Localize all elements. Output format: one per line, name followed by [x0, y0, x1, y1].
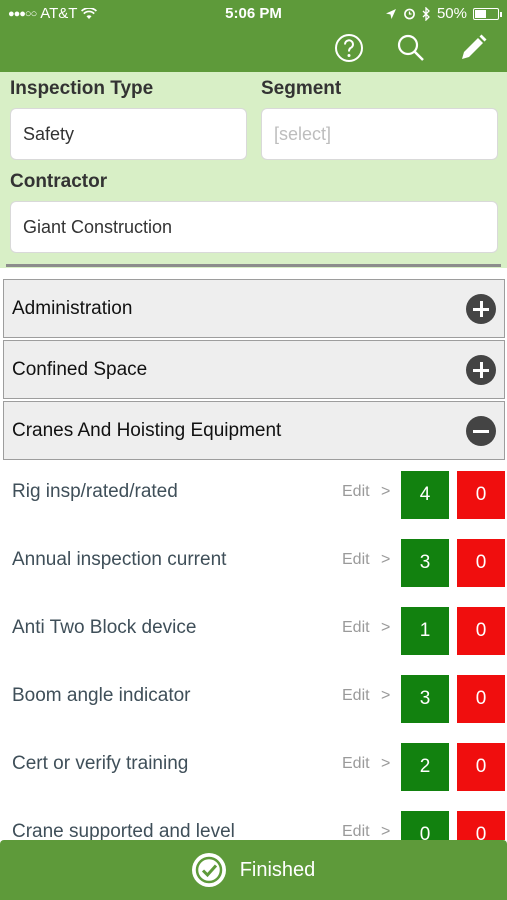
list-item[interactable]: Cert or verify training Edit > 2 0 — [0, 733, 507, 801]
edit-link[interactable]: Edit — [342, 619, 370, 637]
collapse-minus-icon[interactable] — [466, 416, 496, 446]
fail-count-button[interactable]: 0 — [457, 743, 505, 791]
status-right: 50% — [385, 5, 502, 22]
list-item[interactable]: Crane supported and level Edit > 0 0 — [0, 801, 507, 840]
check-circle-icon — [191, 853, 226, 887]
edit-link[interactable]: Edit — [342, 687, 370, 705]
list-item[interactable]: Annual inspection current Edit > 3 0 — [0, 529, 507, 597]
pass-count-button[interactable]: 0 — [401, 811, 449, 840]
fail-count-button[interactable]: 0 — [457, 811, 505, 840]
fail-count-button[interactable]: 0 — [457, 675, 505, 723]
section-confined-space[interactable]: Confined Space — [3, 340, 505, 399]
alarm-icon — [404, 8, 415, 20]
list-item[interactable]: Boom angle indicator Edit > 3 0 — [0, 665, 507, 733]
expand-plus-icon[interactable] — [466, 294, 496, 324]
finished-button[interactable]: Finished — [0, 840, 507, 900]
finished-label: Finished — [239, 858, 316, 881]
section-administration[interactable]: Administration — [3, 279, 505, 338]
chevron-right-icon[interactable]: > — [381, 619, 390, 637]
item-name: Boom angle indicator — [12, 685, 191, 706]
list-item[interactable]: Rig insp/rated/rated Edit > 4 0 — [0, 461, 507, 529]
inspection-type-field[interactable]: Safety — [10, 108, 247, 160]
item-name: Anti Two Block device — [12, 617, 197, 638]
chevron-right-icon[interactable]: > — [381, 823, 390, 840]
expand-plus-icon[interactable] — [466, 355, 496, 385]
item-name: Crane supported and level — [12, 821, 235, 840]
bluetooth-icon — [422, 6, 430, 21]
edit-link[interactable]: Edit — [342, 755, 370, 773]
list-item[interactable]: Anti Two Block device Edit > 1 0 — [0, 597, 507, 665]
segment-select[interactable]: [select] — [261, 108, 498, 160]
battery-icon — [473, 7, 502, 20]
contractor-label: Contractor — [10, 171, 108, 192]
checklist: Rig insp/rated/rated Edit > 4 0 Annual i… — [0, 461, 507, 840]
search-icon[interactable] — [395, 32, 427, 64]
chevron-right-icon[interactable]: > — [381, 687, 390, 705]
toolbar — [333, 32, 489, 64]
help-icon[interactable] — [333, 32, 365, 64]
edit-link[interactable]: Edit — [342, 551, 370, 569]
section-label: Cranes And Hoisting Equipment — [12, 419, 282, 441]
pass-count-button[interactable]: 3 — [401, 675, 449, 723]
edit-link[interactable]: Edit — [342, 823, 370, 840]
section-cranes-hoisting[interactable]: Cranes And Hoisting Equipment — [3, 401, 505, 460]
form-divider — [6, 264, 501, 267]
section-label: Administration — [12, 297, 133, 319]
contractor-field[interactable]: Giant Construction — [10, 201, 498, 253]
pass-count-button[interactable]: 3 — [401, 539, 449, 587]
chevron-right-icon[interactable]: > — [381, 483, 390, 501]
inspection-form: Inspection Type Segment Safety [select] … — [0, 72, 507, 268]
pass-count-button[interactable]: 1 — [401, 607, 449, 655]
item-name: Annual inspection current — [12, 549, 227, 570]
location-icon — [385, 8, 396, 19]
status-bar: ●●●○○ AT&T 5:06 PM 50% — [0, 0, 507, 28]
item-name: Rig insp/rated/rated — [12, 481, 178, 502]
inspection-type-label: Inspection Type — [10, 78, 154, 99]
battery-percent: 50% — [436, 5, 467, 22]
edit-pencil-icon[interactable] — [457, 32, 489, 64]
fail-count-button[interactable]: 0 — [457, 539, 505, 587]
section-label: Confined Space — [12, 358, 148, 380]
fail-count-button[interactable]: 0 — [457, 471, 505, 519]
segment-label: Segment — [261, 78, 342, 99]
battery-fill — [475, 9, 486, 18]
chevron-right-icon[interactable]: > — [381, 755, 390, 773]
item-name: Cert or verify training — [12, 753, 189, 774]
top-bar: ●●●○○ AT&T 5:06 PM 50% — [0, 0, 507, 72]
edit-link[interactable]: Edit — [342, 483, 370, 501]
chevron-right-icon[interactable]: > — [381, 551, 390, 569]
fail-count-button[interactable]: 0 — [457, 607, 505, 655]
pass-count-button[interactable]: 4 — [401, 471, 449, 519]
pass-count-button[interactable]: 2 — [401, 743, 449, 791]
